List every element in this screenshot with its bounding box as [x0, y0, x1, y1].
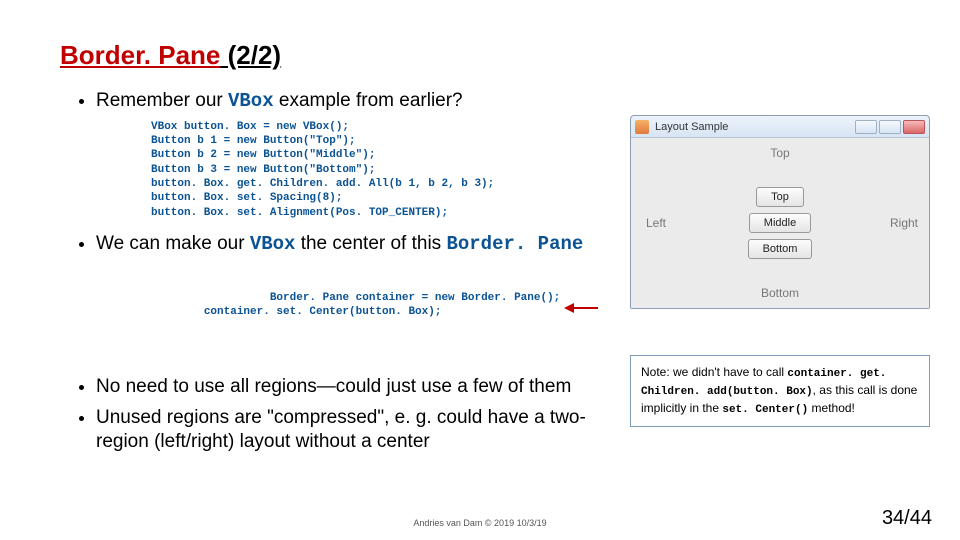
- bullet-2-code2: Border. Pane: [446, 233, 583, 255]
- page-number: 34/44: [882, 507, 932, 530]
- window-controls: [855, 120, 925, 134]
- bullet-1-code: VBox: [228, 90, 274, 112]
- button-bottom[interactable]: Bottom: [748, 239, 813, 259]
- note-line1: Note: we didn't have to call: [641, 365, 784, 379]
- region-left: Left: [631, 168, 681, 278]
- window-titlebar: Layout Sample: [631, 116, 929, 138]
- close-icon[interactable]: [903, 120, 925, 134]
- bullet-2-mid: the center of this: [295, 233, 446, 254]
- bullet-1-post: example from earlier?: [274, 90, 463, 111]
- code-block-1: VBox button. Box = new VBox(); Button b …: [151, 120, 616, 220]
- note-line3: method!: [808, 401, 855, 415]
- region-bottom: Bottom: [631, 278, 929, 308]
- bullet-3: No need to use all regions—could just us…: [96, 375, 616, 399]
- title-term: Border. Pane: [60, 40, 220, 70]
- region-center: Top Middle Bottom: [681, 168, 879, 278]
- note-box: Note: we didn't have to call container. …: [630, 355, 930, 427]
- button-middle[interactable]: Middle: [749, 213, 811, 233]
- bullet-1-pre: Remember our: [96, 90, 228, 111]
- button-top[interactable]: Top: [756, 187, 804, 207]
- code-block-2: Border. Pane container = new Border. Pan…: [151, 263, 616, 363]
- note-code2: set. Center(): [722, 404, 808, 416]
- region-right: Right: [879, 168, 929, 278]
- bullet-2-code1: VBox: [250, 233, 296, 255]
- app-icon: [635, 120, 649, 134]
- window-chrome: Layout Sample Top Left Top Middle Bottom…: [630, 115, 930, 309]
- bullet-2: We can make our VBox the center of this …: [96, 232, 616, 363]
- window-figure: Layout Sample Top Left Top Middle Bottom…: [630, 115, 930, 309]
- window-title-text: Layout Sample: [655, 121, 855, 133]
- arrow-icon: [485, 287, 598, 335]
- maximize-icon[interactable]: [879, 120, 901, 134]
- slide-title: Border. Pane (2/2): [60, 40, 900, 71]
- minimize-icon[interactable]: [855, 120, 877, 134]
- bullet-2-pre: We can make our: [96, 233, 250, 254]
- bullet-4: Unused regions are "compressed", e. g. c…: [96, 406, 616, 454]
- borderpane-layout: Top Left Top Middle Bottom Right Bottom: [631, 138, 929, 308]
- title-suffix: (2/2): [220, 40, 281, 70]
- bullet-1: Remember our VBox example from earlier? …: [96, 89, 616, 220]
- footer-text: Andries van Dam © 2019 10/3/19: [0, 518, 960, 528]
- region-top: Top: [631, 138, 929, 168]
